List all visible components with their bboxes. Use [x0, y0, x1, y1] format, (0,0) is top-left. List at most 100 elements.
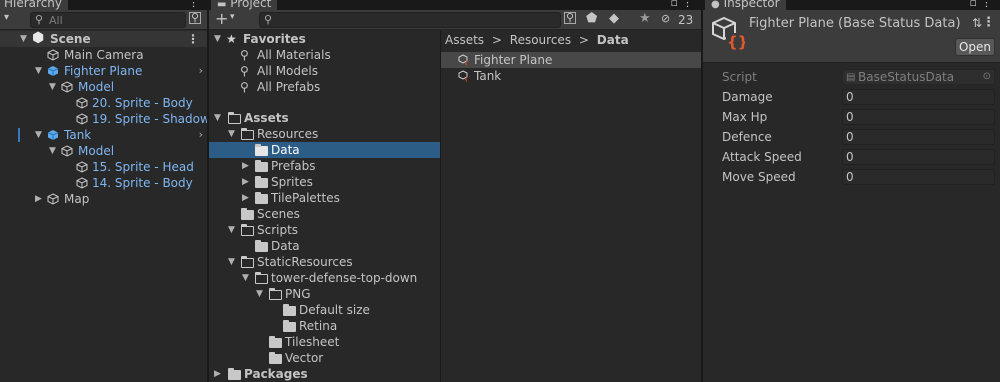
project-tab-controls[interactable]: ▫⋮ — [671, 0, 697, 9]
hierarchy-item[interactable]: ▼ Model — [0, 79, 207, 95]
hierarchy-item[interactable]: ▼ Model — [0, 143, 207, 159]
tree-folder[interactable]: Default size — [209, 302, 440, 318]
tree-folder[interactable]: Retina — [209, 318, 440, 334]
hierarchy-item[interactable]: Main Camera — [0, 47, 207, 63]
expand-arrow-icon[interactable]: ▼ — [35, 127, 42, 143]
gameobject-icon — [76, 161, 88, 173]
max-hp-input[interactable]: 0 — [842, 109, 995, 125]
scene-row[interactable]: ▼ ⬢ Scene ⋮ — [0, 30, 207, 47]
tree-folder[interactable]: ▼ PNG — [209, 286, 440, 302]
chevron-right-icon[interactable]: › — [199, 127, 203, 143]
project-panel: ▬ Project ▫⋮ + ▾ ⚲ ⚲ ⬟ ◆ ★ ⊘ 23 ▼ ★ Favo… — [209, 0, 701, 382]
project-file-view: Assets > Resources > Data {} Fighter Pla… — [441, 31, 701, 382]
hierarchy-item[interactable]: 19. Sprite - Shadow — [0, 111, 207, 127]
tree-folder[interactable]: ▼ Assets — [209, 110, 440, 126]
tree-folder[interactable]: ▼ Resources — [209, 126, 440, 142]
open-button[interactable]: Open — [955, 38, 995, 56]
field-row: Damage 0 — [703, 89, 1000, 105]
hierarchy-search-options-icon[interactable]: ⚲ — [189, 12, 201, 24]
favorite-star-icon[interactable]: ★ — [639, 11, 651, 26]
hierarchy-dropdown-icon[interactable]: ▾ — [4, 12, 9, 23]
collapse-arrow-icon[interactable]: ▶ — [35, 191, 42, 207]
folder-icon — [255, 176, 268, 188]
project-folder-tree: ▼ Assets ▼ Resources Data ▶ Prefabs ▶ Sp… — [209, 0, 440, 382]
expand-arrow-icon[interactable]: ▼ — [256, 286, 263, 302]
expand-arrow-icon[interactable]: ▼ — [214, 110, 221, 126]
hierarchy-tab-controls[interactable]: ⋮ — [188, 0, 203, 9]
expand-arrow-icon[interactable]: ▼ — [20, 31, 27, 47]
tree-folder[interactable]: Tilesheet — [209, 334, 440, 350]
tree-folder[interactable]: ▶ Packages — [209, 366, 440, 382]
file-item-label: Fighter Plane — [474, 53, 553, 67]
defence-input[interactable]: 0 — [842, 129, 995, 145]
inspector-tab-controls[interactable]: ▫⋮ — [970, 0, 996, 9]
move-speed-input[interactable]: 0 — [842, 169, 995, 185]
tab-inspector[interactable]: ● Inspector — [705, 0, 786, 10]
file-item-selected[interactable]: {} Fighter Plane — [441, 52, 701, 68]
tree-folder-label: Scripts — [257, 223, 299, 237]
folder-open-icon — [240, 223, 254, 236]
file-item[interactable]: {} Tank — [441, 68, 701, 84]
collapse-arrow-icon[interactable]: ▶ — [242, 174, 249, 190]
tree-folder-label: Tilesheet — [285, 335, 340, 349]
damage-input[interactable]: 0 — [842, 89, 995, 105]
hierarchy-item[interactable]: ▶ Map — [0, 191, 207, 207]
expand-arrow-icon[interactable]: ▼ — [35, 63, 42, 79]
hierarchy-search-input[interactable]: ⚲ All — [30, 12, 186, 28]
prefab-icon — [47, 66, 59, 76]
breadcrumb-assets[interactable]: Assets — [445, 33, 484, 47]
tree-folder[interactable]: ▼ Scripts — [209, 222, 440, 238]
collapse-arrow-icon[interactable]: ▶ — [242, 190, 249, 206]
expand-arrow-icon[interactable]: ▼ — [228, 254, 235, 270]
folder-icon — [283, 320, 296, 332]
hidden-eye-icon[interactable]: ⊘ — [661, 12, 670, 25]
folder-icon — [283, 304, 296, 316]
expand-arrow-icon[interactable]: ▼ — [49, 79, 56, 95]
hierarchy-item[interactable]: 14. Sprite - Body — [0, 175, 207, 191]
tree-folder[interactable]: ▶ Sprites — [209, 174, 440, 190]
gameobject-icon — [47, 49, 59, 61]
breadcrumb-resources[interactable]: Resources — [510, 33, 571, 47]
search-by-type-icon[interactable]: ⚲ — [564, 12, 576, 24]
gameobject-icon — [76, 177, 88, 189]
tree-folder[interactable]: ▼ tower-defense-top-down — [209, 270, 440, 286]
expand-arrow-icon[interactable]: ▼ — [49, 143, 56, 159]
tree-folder-selected[interactable]: Data — [209, 142, 440, 158]
tree-folder[interactable]: Data — [209, 238, 440, 254]
hierarchy-item-label: Main Camera — [64, 48, 144, 62]
attack-speed-input[interactable]: 0 — [842, 149, 995, 165]
chevron-right-icon[interactable]: › — [199, 63, 203, 79]
breadcrumb-data[interactable]: Data — [597, 33, 629, 47]
collapse-arrow-icon[interactable]: ▶ — [242, 158, 249, 174]
tree-folder[interactable]: Vector — [209, 350, 440, 366]
tab-hierarchy[interactable]: Hierarchy — [0, 0, 69, 10]
hierarchy-toolbar: ▾ ⚲ All ⚲ — [0, 10, 207, 30]
folder-open-icon — [268, 287, 282, 300]
folder-open-icon — [240, 255, 254, 268]
hierarchy-item[interactable]: 15. Sprite - Head — [0, 159, 207, 175]
folder-icon — [255, 160, 268, 172]
hierarchy-search-placeholder: All — [49, 14, 63, 27]
tree-folder[interactable]: Scenes — [209, 206, 440, 222]
tree-folder-label: tower-defense-top-down — [271, 271, 418, 285]
inspector-menu-icon[interactable]: ⋮ — [982, 15, 995, 30]
field-label: Defence — [722, 130, 772, 144]
expand-arrow-icon[interactable]: ▼ — [228, 222, 235, 238]
folder-open-icon — [254, 271, 268, 284]
tree-folder[interactable]: ▶ TilePalettes — [209, 190, 440, 206]
tree-folder-label: Retina — [299, 319, 338, 333]
file-item-label: Tank — [474, 69, 502, 83]
tree-folder[interactable]: ▼ StaticResources — [209, 254, 440, 270]
gameobject-icon — [76, 97, 88, 109]
expand-arrow-icon[interactable]: ▼ — [228, 126, 235, 142]
expand-arrow-icon[interactable]: ▼ — [242, 270, 249, 286]
scene-menu-icon[interactable]: ⋮ — [187, 31, 199, 47]
hierarchy-item[interactable]: ▼ Fighter Plane › — [0, 63, 207, 79]
collapse-arrow-icon[interactable]: ▶ — [214, 366, 221, 382]
presets-icon[interactable]: ⇅ — [972, 16, 982, 30]
hierarchy-item[interactable]: 20. Sprite - Body — [0, 95, 207, 111]
hierarchy-item[interactable]: ▼ Tank › — [0, 127, 207, 143]
label-tag-icon[interactable]: ◆ — [609, 11, 619, 26]
filter-shapes-icon[interactable]: ⬟ — [586, 11, 597, 26]
tree-folder[interactable]: ▶ Prefabs — [209, 158, 440, 174]
